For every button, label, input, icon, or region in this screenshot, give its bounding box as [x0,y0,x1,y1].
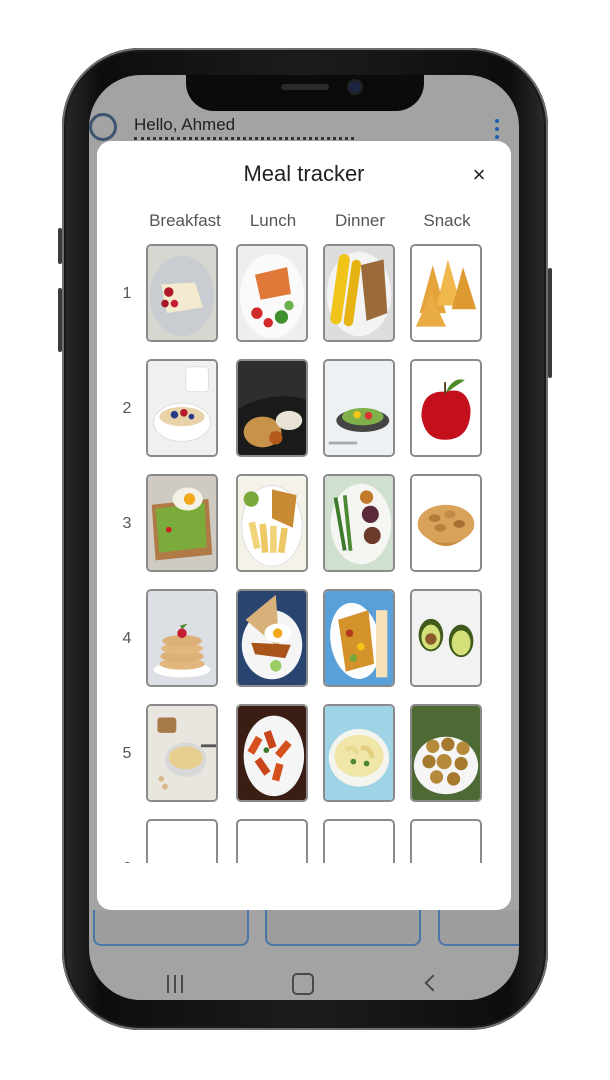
background-card [438,910,519,946]
front-camera-icon [349,81,361,93]
food-image [325,591,393,685]
close-icon[interactable]: × [467,163,491,187]
empty-meal-cell[interactable] [323,819,395,863]
meal-photo-cell[interactable] [323,589,395,687]
food-image [148,361,216,455]
meal-photo-cell[interactable] [236,474,308,572]
app-logo-icon [89,113,117,141]
meal-photo-cell[interactable] [323,474,395,572]
speaker-grille [281,84,329,90]
food-image [325,246,393,340]
empty-meal-cell[interactable] [146,819,218,863]
modal-title: Meal tracker [243,161,365,186]
background-card [93,910,249,946]
meal-photo-cell[interactable] [410,359,482,457]
food-image [148,246,216,340]
meal-photo-cell[interactable] [236,704,308,802]
food-image [325,361,393,455]
meal-photo-cell[interactable] [410,589,482,687]
recent-apps-icon[interactable] [165,975,187,993]
column-header-dinner: Dinner [334,211,386,230]
column-header-lunch: Lunch [249,211,297,230]
meal-photo-cell[interactable] [146,704,218,802]
meal-photo-cell[interactable] [146,359,218,457]
row-number: 4 [122,630,132,647]
food-image [412,246,480,340]
row-number: 6 [119,860,135,863]
meal-photo-cell[interactable] [410,704,482,802]
food-image [325,476,393,570]
meal-photo-cell[interactable] [323,704,395,802]
food-image [238,591,306,685]
row-number: 2 [122,400,132,417]
food-image [412,476,480,570]
food-image [148,476,216,570]
food-image [238,361,306,455]
meal-photo-cell[interactable] [236,589,308,687]
phone-notch [186,75,424,111]
home-icon[interactable] [292,973,314,995]
food-image [325,706,393,800]
meal-photo-cell[interactable] [236,359,308,457]
more-menu-icon[interactable] [495,119,499,143]
back-icon[interactable] [424,974,442,992]
meal-tracker-modal: Meal tracker × Breakfast Lunch Dinner Sn… [97,141,511,910]
meal-grid[interactable]: 1 2 3 4 5 6 [97,241,511,863]
meal-photo-cell[interactable] [146,589,218,687]
food-image [412,361,480,455]
food-image [148,706,216,800]
column-header-breakfast: Breakfast [149,211,221,230]
background-card [265,910,421,946]
meal-photo-cell[interactable] [410,244,482,342]
food-image [238,706,306,800]
system-navbar [89,955,519,1000]
meal-photo-cell[interactable] [410,474,482,572]
greeting-text: Hello, Ahmed [134,115,236,134]
meal-photo-cell[interactable] [146,474,218,572]
row-number: 3 [122,515,132,532]
food-image [148,591,216,685]
meal-photo-cell[interactable] [236,244,308,342]
column-header-snack: Snack [423,211,471,230]
food-image [238,476,306,570]
food-image [412,706,480,800]
empty-meal-cell[interactable] [410,819,482,863]
food-image [238,246,306,340]
row-number: 5 [122,745,132,762]
meal-photo-cell[interactable] [323,359,395,457]
food-image [412,591,480,685]
meal-photo-cell[interactable] [146,244,218,342]
empty-meal-cell[interactable] [236,819,308,863]
row-number: 1 [122,285,132,302]
meal-photo-cell[interactable] [323,244,395,342]
